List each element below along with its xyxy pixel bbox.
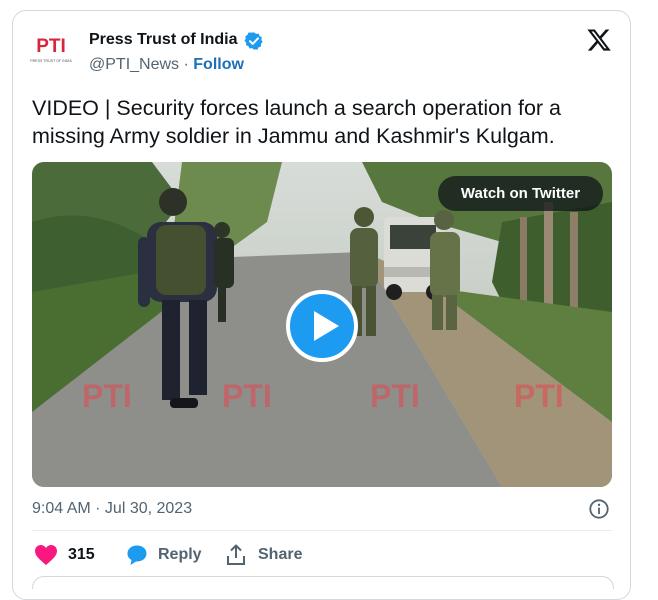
reply-bubble-icon bbox=[127, 545, 147, 565]
pti-logo-text: PTI bbox=[36, 36, 66, 57]
watch-on-twitter-button[interactable]: Watch on Twitter bbox=[438, 176, 603, 211]
info-icon[interactable] bbox=[588, 498, 610, 520]
play-icon[interactable] bbox=[285, 289, 359, 363]
reply-button[interactable]: Reply bbox=[126, 544, 206, 568]
verified-badge-icon bbox=[244, 32, 263, 50]
read-replies-strip bbox=[32, 576, 614, 589]
pti-watermark: PTI bbox=[370, 378, 420, 414]
pti-watermark: PTI bbox=[222, 378, 272, 414]
divider bbox=[32, 530, 612, 531]
author-handle[interactable]: @PTI_News bbox=[89, 56, 179, 73]
pti-logo-tagline: PRESS TRUST OF INDIA bbox=[30, 59, 72, 63]
share-icon bbox=[227, 544, 245, 565]
like-count: 315 bbox=[68, 546, 95, 563]
heart-icon bbox=[35, 545, 57, 565]
reply-label: Reply bbox=[158, 546, 202, 563]
share-label: Share bbox=[258, 546, 303, 563]
pti-watermark: PTI bbox=[82, 378, 132, 414]
share-button[interactable]: Share bbox=[226, 544, 306, 568]
pti-watermark: PTI bbox=[514, 378, 564, 414]
tweet-timestamp[interactable]: 9:04 AM · Jul 30, 2023 bbox=[32, 500, 192, 518]
tweet-text: VIDEO | Security forces launch a search … bbox=[32, 96, 562, 148]
follow-button[interactable]: Follow bbox=[193, 56, 244, 73]
author-name[interactable]: Press Trust of India bbox=[89, 31, 237, 49]
pti-logo-avatar[interactable]: PTI PRESS TRUST OF INDIA bbox=[28, 26, 74, 72]
x-logo-icon[interactable] bbox=[586, 27, 612, 53]
author-handle-row: @PTI_News · Follow bbox=[89, 56, 244, 74]
like-button[interactable]: 315 bbox=[34, 544, 104, 568]
handle-separator: · bbox=[183, 56, 189, 73]
